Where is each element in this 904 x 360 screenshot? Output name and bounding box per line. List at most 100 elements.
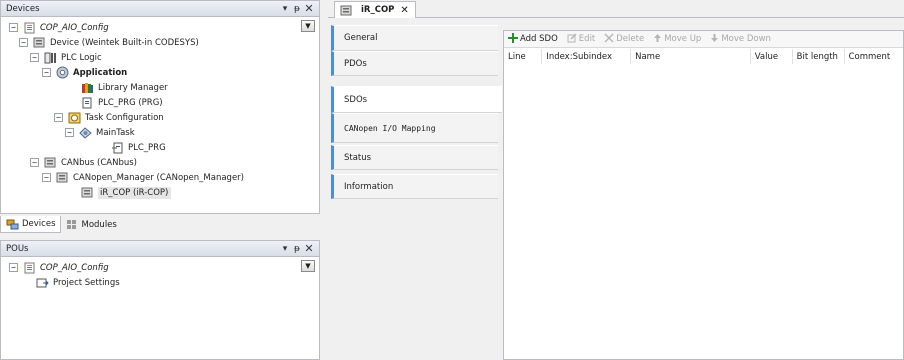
pous-panel: POUs ▾ ᵽ ✕ − COP_AIO_Config Project Settin… [0,240,320,360]
tree-node-label: Application [73,67,128,78]
close-icon[interactable]: ✕ [303,2,315,15]
collapse-toggle-icon[interactable]: − [9,23,18,32]
config-icon [22,21,36,34]
tree-dropdown-button[interactable]: ▼ [301,20,315,32]
column-header-line[interactable]: Line [504,49,543,64]
edit-icon [567,32,577,46]
column-header-value[interactable]: Value [750,49,793,64]
collapse-toggle-icon[interactable]: − [9,263,18,272]
add-sdo-button[interactable]: Add SDO [508,32,558,46]
collapse-toggle-icon[interactable]: − [30,158,39,167]
delete-label: Delete [616,34,645,44]
tree-node-label: PLC_PRG [128,142,166,153]
tab-pdos[interactable]: PDOs [331,51,498,76]
tree-node-ir-cop-ir-cop[interactable]: iR_COP (iR-COP) [67,185,172,200]
device-icon [339,4,353,17]
move-down-label: Move Down [721,34,771,44]
column-header-index-subindex[interactable]: Index:Subindex [541,49,632,64]
add-sdo-label: Add SDO [520,34,558,44]
panel-tab-modules[interactable]: Modules [61,216,121,233]
devices-tab-icon [5,218,19,231]
pin-icon[interactable]: ᵽ [291,4,303,14]
tree-node-label: CANopen_Manager (CANopen_Manager) [73,172,244,183]
devices-panel-title: Devices [6,3,40,14]
tree-node-project-settings[interactable]: Project Settings [22,275,120,290]
move-up-label: Move Up [664,34,702,44]
tree-node-cop-aio-config[interactable]: − COP_AIO_Config [9,260,109,275]
tree-node-label: MainTask [96,127,135,138]
panel-dropdown-icon[interactable]: ▾ [279,244,291,254]
tree-node-plc-logic[interactable]: − PLC Logic [30,50,102,65]
tree-node-task-configuration[interactable]: − Task Configuration [54,110,164,125]
tree-node-canopen-manager-canopen-manager[interactable]: − CANopen_Manager (CANopen_Manager) [42,170,244,185]
devices-panel-header: Devices ▾ ᵽ ✕ [1,1,319,17]
sdo-editor: Add SDO Edit Delete Move Up Move Down Li… [503,30,904,360]
tree-node-label: PLC_PRG (PRG) [98,97,163,108]
sdo-toolbar: Add SDO Edit Delete Move Up Move Down [504,31,903,48]
config-icon [22,261,36,274]
sdo-table: Line Index:Subindex Name Value Bit length Com… [504,49,903,64]
move-up-button[interactable]: Move Up [653,33,701,46]
tab-sdos[interactable]: SDOs [331,86,502,113]
document-tab-ir-cop[interactable]: iR_COP ✕ [334,1,416,18]
move-down-button[interactable]: Move Down [710,33,771,46]
tree-node-label: Device (Weintek Built-in CODESYS) [50,37,199,48]
edit-label: Edit [578,34,596,44]
device-icon [55,171,69,184]
column-header-comment[interactable]: Comment [844,49,903,64]
tab-label: CANopen I/O Mapping [344,123,436,133]
close-tab-icon[interactable]: ✕ [400,5,408,16]
delete-button[interactable]: Delete [604,33,644,46]
tree-node-label: PLC Logic [61,52,102,63]
tab-label: PDOs [344,58,367,69]
collapse-toggle-icon[interactable]: − [30,53,39,62]
collapse-toggle-icon[interactable]: − [42,173,51,182]
panel-dropdown-icon[interactable]: ▾ [279,4,291,14]
tab-label: General [344,33,378,43]
collapse-toggle-icon[interactable]: − [54,113,63,122]
project-settings-icon [35,276,49,289]
tab-status[interactable]: Status [331,145,498,170]
tree-node-label: iR_COP (iR-COP) [98,186,172,199]
panel-tab-label: Modules [81,219,117,230]
tree-node-canbus-canbus[interactable]: − CANbus (CANbus) [30,155,137,170]
modules-tab-icon [65,218,79,231]
panel-tab-label: Devices [22,219,56,229]
pous-panel-title: POUs [6,243,29,254]
tree-node-label: Task Configuration [85,112,164,123]
tree-node-maintask[interactable]: − MainTask [65,125,135,140]
arrow-up-icon [653,33,662,46]
tree-node-label: COP_AIO_Config [40,262,109,273]
device-icon [32,36,46,49]
column-header-bit-length[interactable]: Bit length [792,49,845,64]
device-editor: General PDOs SDOs CANopen I/O Mapping Status… [331,25,904,360]
tree-node-plc-prg[interactable]: PLC_PRG [97,140,166,155]
tree-node-application[interactable]: − Application [42,65,127,80]
tree-node-plc-prg-prg[interactable]: PLC_PRG (PRG) [67,95,163,110]
collapse-toggle-icon[interactable]: − [19,38,28,47]
column-header-name[interactable]: Name [630,49,751,64]
tree-node-library-manager[interactable]: Library Manager [67,80,168,95]
tree-node-label: COP_AIO_Config [40,22,109,33]
collapse-toggle-icon[interactable]: − [65,128,74,137]
panel-tab-devices[interactable]: Devices [0,216,61,233]
devices-panel: Devices ▾ ᵽ ✕ − COP_AIO_Config − Device (We… [0,0,320,214]
tab-information[interactable]: Information [331,174,498,199]
devices-tree: − COP_AIO_Config − Device (Weintek Built-in… [1,18,319,213]
edit-button[interactable]: Edit [567,32,596,46]
tree-dropdown-button[interactable]: ▼ [301,260,315,272]
tab-label: Status [344,152,372,163]
close-icon[interactable]: ✕ [303,242,315,255]
tree-node-label: Project Settings [53,277,120,288]
arrow-down-icon [710,33,719,46]
tab-general[interactable]: General [331,25,498,51]
delete-icon [604,33,614,46]
pin-icon[interactable]: ᵽ [291,244,303,254]
pous-panel-header: POUs ▾ ᵽ ✕ [1,241,319,257]
program-file-icon [80,96,94,109]
tab-canopen-i-o-mapping[interactable]: CANopen I/O Mapping [331,113,498,143]
tree-node-cop-aio-config[interactable]: − COP_AIO_Config [9,20,109,35]
panel-tab-strip: Devices Modules [0,215,320,233]
tree-node-device-weintek-built-in-codesys[interactable]: − Device (Weintek Built-in CODESYS) [19,35,199,50]
collapse-toggle-icon[interactable]: − [42,68,51,77]
